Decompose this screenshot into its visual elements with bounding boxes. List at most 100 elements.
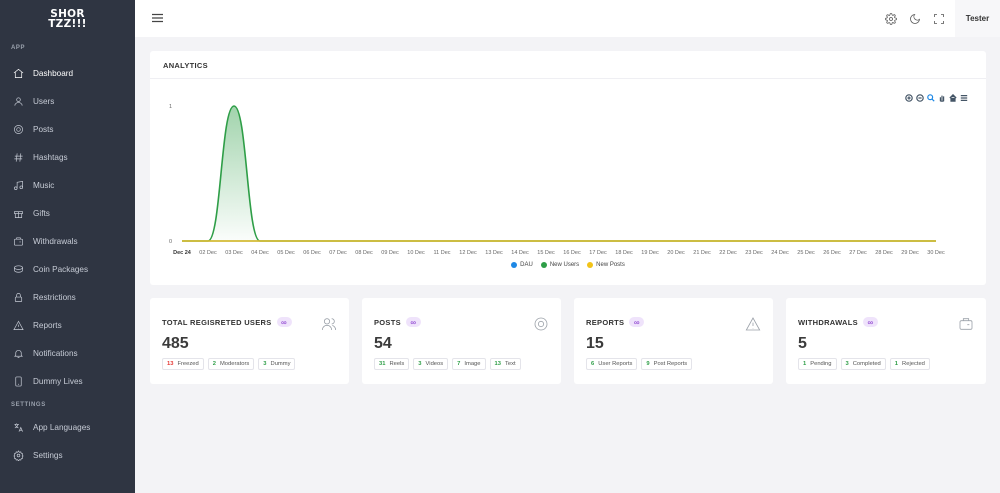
menu-icon[interactable] xyxy=(152,13,163,23)
legend-item-dau[interactable]: DAU xyxy=(511,262,533,268)
sidebar-item-hashtags[interactable]: Hashtags xyxy=(0,143,135,171)
stat-title: WITHDRAWALS ∞ xyxy=(798,317,878,327)
x-tick-label: 27 Dec xyxy=(849,250,867,256)
gift-icon xyxy=(13,208,24,219)
stat-value: 15 xyxy=(586,335,604,352)
gear-icon[interactable] xyxy=(885,12,897,25)
sidebar-item-posts[interactable]: Posts xyxy=(0,115,135,143)
x-tick-label: 11 Dec xyxy=(433,250,450,256)
brand-line-2: TZZ!!! xyxy=(48,18,87,30)
stat-pill-count: 1 xyxy=(894,361,899,367)
legend-item-new-posts[interactable]: New Posts xyxy=(587,262,625,268)
sidebar-item-dashboard[interactable]: Dashboard xyxy=(0,59,135,87)
sidebar-item-reports[interactable]: Reports xyxy=(0,311,135,339)
stat-pill-text: 13 Text xyxy=(489,358,521,370)
x-tick-label: 25 Dec xyxy=(797,250,815,256)
stat-breakdown: 31 Reels 3 Videos 7 Image 13 Text xyxy=(374,358,521,370)
sidebar-item-notifications[interactable]: Notifications xyxy=(0,339,135,367)
sidebar-item-gifts[interactable]: Gifts xyxy=(0,199,135,227)
stat-pill-count: 7 xyxy=(457,361,461,367)
stat-title-text: TOTAL REGISRETED USERS xyxy=(162,317,272,327)
stat-pill-post-reports: 9 Post Reports xyxy=(641,358,693,370)
x-tick-label: 23 Dec xyxy=(745,250,763,256)
stat-pill-count: 9 xyxy=(646,361,650,367)
alert-icon xyxy=(13,320,24,331)
sidebar-item-app-languages[interactable]: App Languages xyxy=(0,413,135,441)
chart-legend: DAU New Users New Posts xyxy=(150,262,986,268)
x-tick-label: 03 Dec xyxy=(225,250,243,256)
analytics-title: ANALYTICS xyxy=(163,61,208,70)
stat-title: REPORTS ∞ xyxy=(586,317,645,327)
series-line-new-users[interactable] xyxy=(182,105,936,242)
stat-card-reports: REPORTS ∞ 15 6 User Reports 9 Post Reports xyxy=(574,298,773,384)
infinity-icon[interactable]: ∞ xyxy=(405,317,421,327)
stat-pill-label: Freezed xyxy=(177,361,199,367)
sidebar-item-label: Gifts xyxy=(33,208,50,218)
sidebar-item-label: Restrictions xyxy=(33,292,76,302)
x-tick-label: 19 Dec xyxy=(641,250,659,256)
stat-card-posts: POSTS ∞ 54 31 Reels 3 Videos 7 Image 13 Text xyxy=(362,298,561,384)
sidebar-item-label: Music xyxy=(33,180,55,190)
stat-pill-count: 31 xyxy=(379,361,386,367)
infinity-icon[interactable]: ∞ xyxy=(629,317,645,327)
stat-value: 5 xyxy=(798,335,807,352)
x-tick-label: 15 Dec xyxy=(537,250,555,256)
stat-pill-label: User Reports xyxy=(598,361,633,367)
gear-icon xyxy=(13,449,24,461)
analytics-card: ANALYTICS 1 0 Dec 24 02 Dec 03 Dec 04 Dec 05 D… xyxy=(150,51,986,285)
moon-icon[interactable] xyxy=(909,12,921,24)
infinity-icon[interactable]: ∞ xyxy=(276,317,292,327)
user-menu[interactable]: Tester xyxy=(955,0,1000,37)
sidebar-item-dummy-lives[interactable]: Dummy Lives xyxy=(0,367,135,395)
sidebar-item-settings[interactable]: Settings xyxy=(0,441,135,469)
sidebar-item-label: App Languages xyxy=(33,422,91,432)
x-tick-label: 12 Dec xyxy=(459,250,477,256)
stat-pill-label: Text xyxy=(504,361,516,367)
sidebar-item-users[interactable]: Users xyxy=(0,87,135,115)
sidebar-item-coin-packages[interactable]: Coin Packages xyxy=(0,255,135,283)
sidebar-item-music[interactable]: Music xyxy=(0,171,135,199)
stat-breakdown: 6 User Reports 9 Post Reports xyxy=(586,358,693,370)
legend-dot xyxy=(540,262,547,268)
users-icon xyxy=(321,316,337,332)
x-tick-label: 16 Dec xyxy=(563,250,581,256)
translate-icon xyxy=(13,422,24,433)
music-icon xyxy=(13,180,24,191)
hash-icon xyxy=(13,152,24,163)
x-tick-label: 28 Dec xyxy=(875,250,893,256)
x-tick-label: 13 Dec xyxy=(485,250,503,256)
stat-pill-image: 7 Image xyxy=(452,358,486,370)
x-tick-label: 02 Dec xyxy=(199,250,217,256)
sidebar-item-restrictions[interactable]: Restrictions xyxy=(0,283,135,311)
stat-pill-count: 3 xyxy=(845,361,849,367)
stat-card-users: TOTAL REGISRETED USERS ∞ 485 13 Freezed 2 Mode… xyxy=(150,298,349,384)
fullscreen-icon[interactable] xyxy=(933,12,945,24)
x-tick-label: 04 Dec xyxy=(251,250,269,256)
brand-logo[interactable]: SHOR TZZ!!! xyxy=(0,0,135,38)
stat-pill-label: Videos xyxy=(425,361,444,367)
infinity-icon[interactable]: ∞ xyxy=(862,317,878,327)
stat-value: 54 xyxy=(374,335,392,352)
section-label-settings: SETTINGS xyxy=(11,402,46,408)
legend-dot xyxy=(511,262,518,268)
x-tick-label: 21 Dec xyxy=(693,250,711,256)
sidebar-item-withdrawals[interactable]: Withdrawals xyxy=(0,227,135,255)
stat-pill-count: 13 xyxy=(494,361,501,367)
x-tick-label: 18 Dec xyxy=(615,250,633,256)
series-area-new-users xyxy=(182,106,936,241)
stat-title-text: REPORTS xyxy=(586,317,625,327)
x-tick-label: 22 Dec xyxy=(719,250,737,256)
stat-pill-count: 2 xyxy=(212,361,216,367)
x-tick-label: 17 Dec xyxy=(589,250,607,256)
stat-pill-moderators: 2 Moderators xyxy=(207,358,255,370)
stat-pill-count: 6 xyxy=(591,361,595,367)
stat-pill-label: Image xyxy=(464,361,481,367)
x-tick-label: 14 Dec xyxy=(511,250,529,256)
legend-item-new-users[interactable]: New Users xyxy=(540,262,580,268)
stat-breakdown: 13 Freezed 2 Moderators 3 Dummy xyxy=(162,358,296,370)
bell-icon xyxy=(13,348,24,359)
alert-icon xyxy=(745,316,761,332)
sidebar-item-label: Dummy Lives xyxy=(33,376,83,386)
sidebar-item-label: Posts xyxy=(33,124,54,134)
legend-label: New Users xyxy=(549,262,580,268)
